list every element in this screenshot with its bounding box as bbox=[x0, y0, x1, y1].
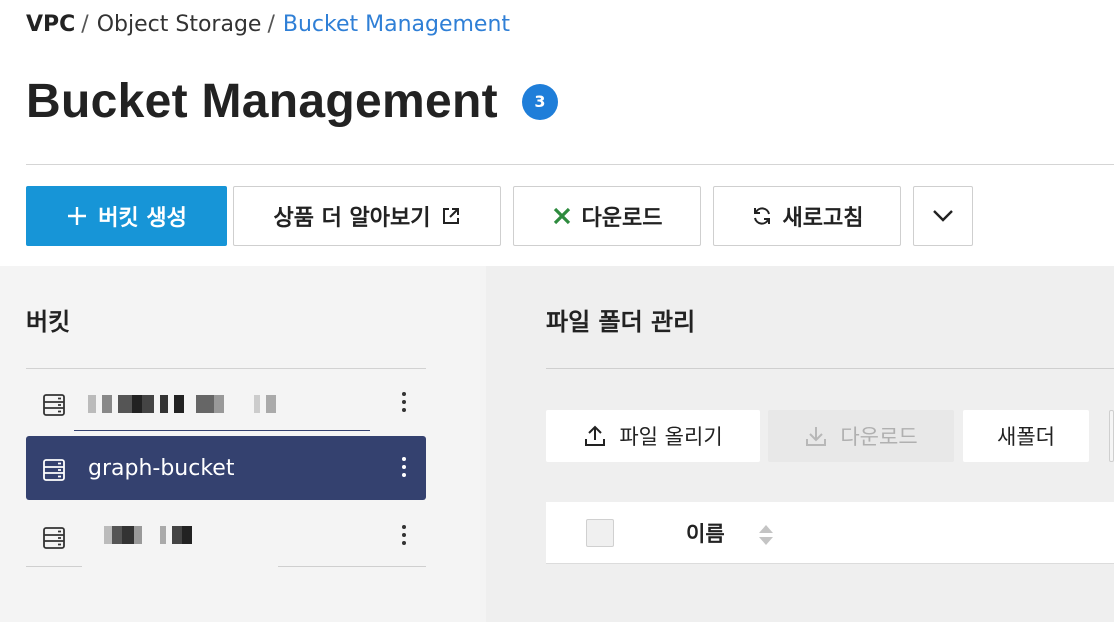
learn-more-button[interactable]: 상품 더 알아보기 bbox=[233, 186, 501, 246]
excel-icon bbox=[552, 206, 572, 226]
upload-file-button[interactable]: 파일 올리기 bbox=[546, 410, 760, 462]
more-vertical-icon[interactable] bbox=[400, 454, 408, 484]
breadcrumb: VPC / Object Storage / Bucket Management bbox=[26, 12, 510, 37]
breadcrumb-bucket-management[interactable]: Bucket Management bbox=[283, 12, 510, 37]
server-icon bbox=[42, 526, 66, 554]
refresh-button[interactable]: 새로고침 bbox=[713, 186, 901, 246]
breadcrumb-separator: / bbox=[81, 12, 89, 37]
download-icon bbox=[804, 424, 828, 448]
learn-more-label: 상품 더 알아보기 bbox=[273, 206, 431, 231]
create-bucket-button[interactable]: 버킷 생성 bbox=[26, 186, 227, 246]
download-excel-button[interactable]: 다운로드 bbox=[513, 186, 701, 246]
download-file-label: 다운로드 bbox=[840, 425, 918, 449]
breadcrumb-vpc[interactable]: VPC bbox=[26, 12, 75, 37]
plus-icon bbox=[66, 205, 88, 227]
bucket-count-badge: 3 bbox=[521, 83, 558, 120]
bucket-panel-title: 버킷 bbox=[26, 308, 71, 336]
server-icon bbox=[42, 458, 66, 486]
bucket-list-divider bbox=[26, 368, 426, 369]
more-vertical-icon[interactable] bbox=[400, 522, 408, 552]
bucket-panel: 버킷 graph-bucket bbox=[0, 266, 486, 622]
more-options-dropdown[interactable] bbox=[913, 186, 973, 246]
chevron-down-icon bbox=[932, 204, 954, 229]
create-bucket-label: 버킷 생성 bbox=[98, 206, 187, 231]
select-all-checkbox[interactable] bbox=[586, 519, 614, 547]
bucket-item[interactable] bbox=[26, 504, 426, 568]
file-table-header: 이름 bbox=[546, 502, 1114, 564]
file-folder-panel: 파일 폴더 관리 파일 올리기 다운로드 새폴더 이름 bbox=[486, 266, 1114, 622]
new-folder-label: 새폴더 bbox=[997, 425, 1055, 449]
sort-icon[interactable] bbox=[758, 524, 774, 550]
bucket-name: graph-bucket bbox=[88, 455, 235, 481]
more-vertical-icon[interactable] bbox=[400, 389, 408, 419]
download-file-button[interactable]: 다운로드 bbox=[768, 410, 954, 462]
bucket-item-underline bbox=[74, 430, 370, 431]
more-toolbar-button-partial[interactable] bbox=[1109, 410, 1114, 462]
title-row: Bucket Management 3 bbox=[26, 74, 558, 129]
server-icon bbox=[42, 393, 66, 421]
refresh-icon bbox=[751, 205, 773, 227]
file-panel-divider bbox=[546, 368, 1114, 369]
external-link-icon bbox=[441, 206, 461, 226]
breadcrumb-separator: / bbox=[267, 12, 275, 37]
upload-file-label: 파일 올리기 bbox=[619, 425, 723, 449]
obscured-bucket-name bbox=[88, 395, 276, 413]
breadcrumb-object-storage[interactable]: Object Storage bbox=[97, 12, 262, 37]
upload-icon bbox=[583, 424, 607, 448]
bucket-list-bottom-line bbox=[26, 566, 82, 567]
refresh-label: 새로고침 bbox=[782, 206, 864, 231]
column-header-name[interactable]: 이름 bbox=[686, 518, 725, 548]
bucket-item-graph-bucket[interactable]: graph-bucket bbox=[26, 436, 426, 500]
bucket-item[interactable] bbox=[26, 371, 426, 435]
new-folder-button[interactable]: 새폴더 bbox=[963, 410, 1089, 462]
file-folder-panel-title: 파일 폴더 관리 bbox=[546, 308, 696, 336]
obscured-bucket-name bbox=[104, 526, 192, 544]
header-divider bbox=[26, 164, 1114, 165]
page-title: Bucket Management bbox=[26, 75, 498, 128]
download-excel-label: 다운로드 bbox=[581, 206, 663, 231]
bucket-list-bottom-line bbox=[278, 566, 426, 567]
